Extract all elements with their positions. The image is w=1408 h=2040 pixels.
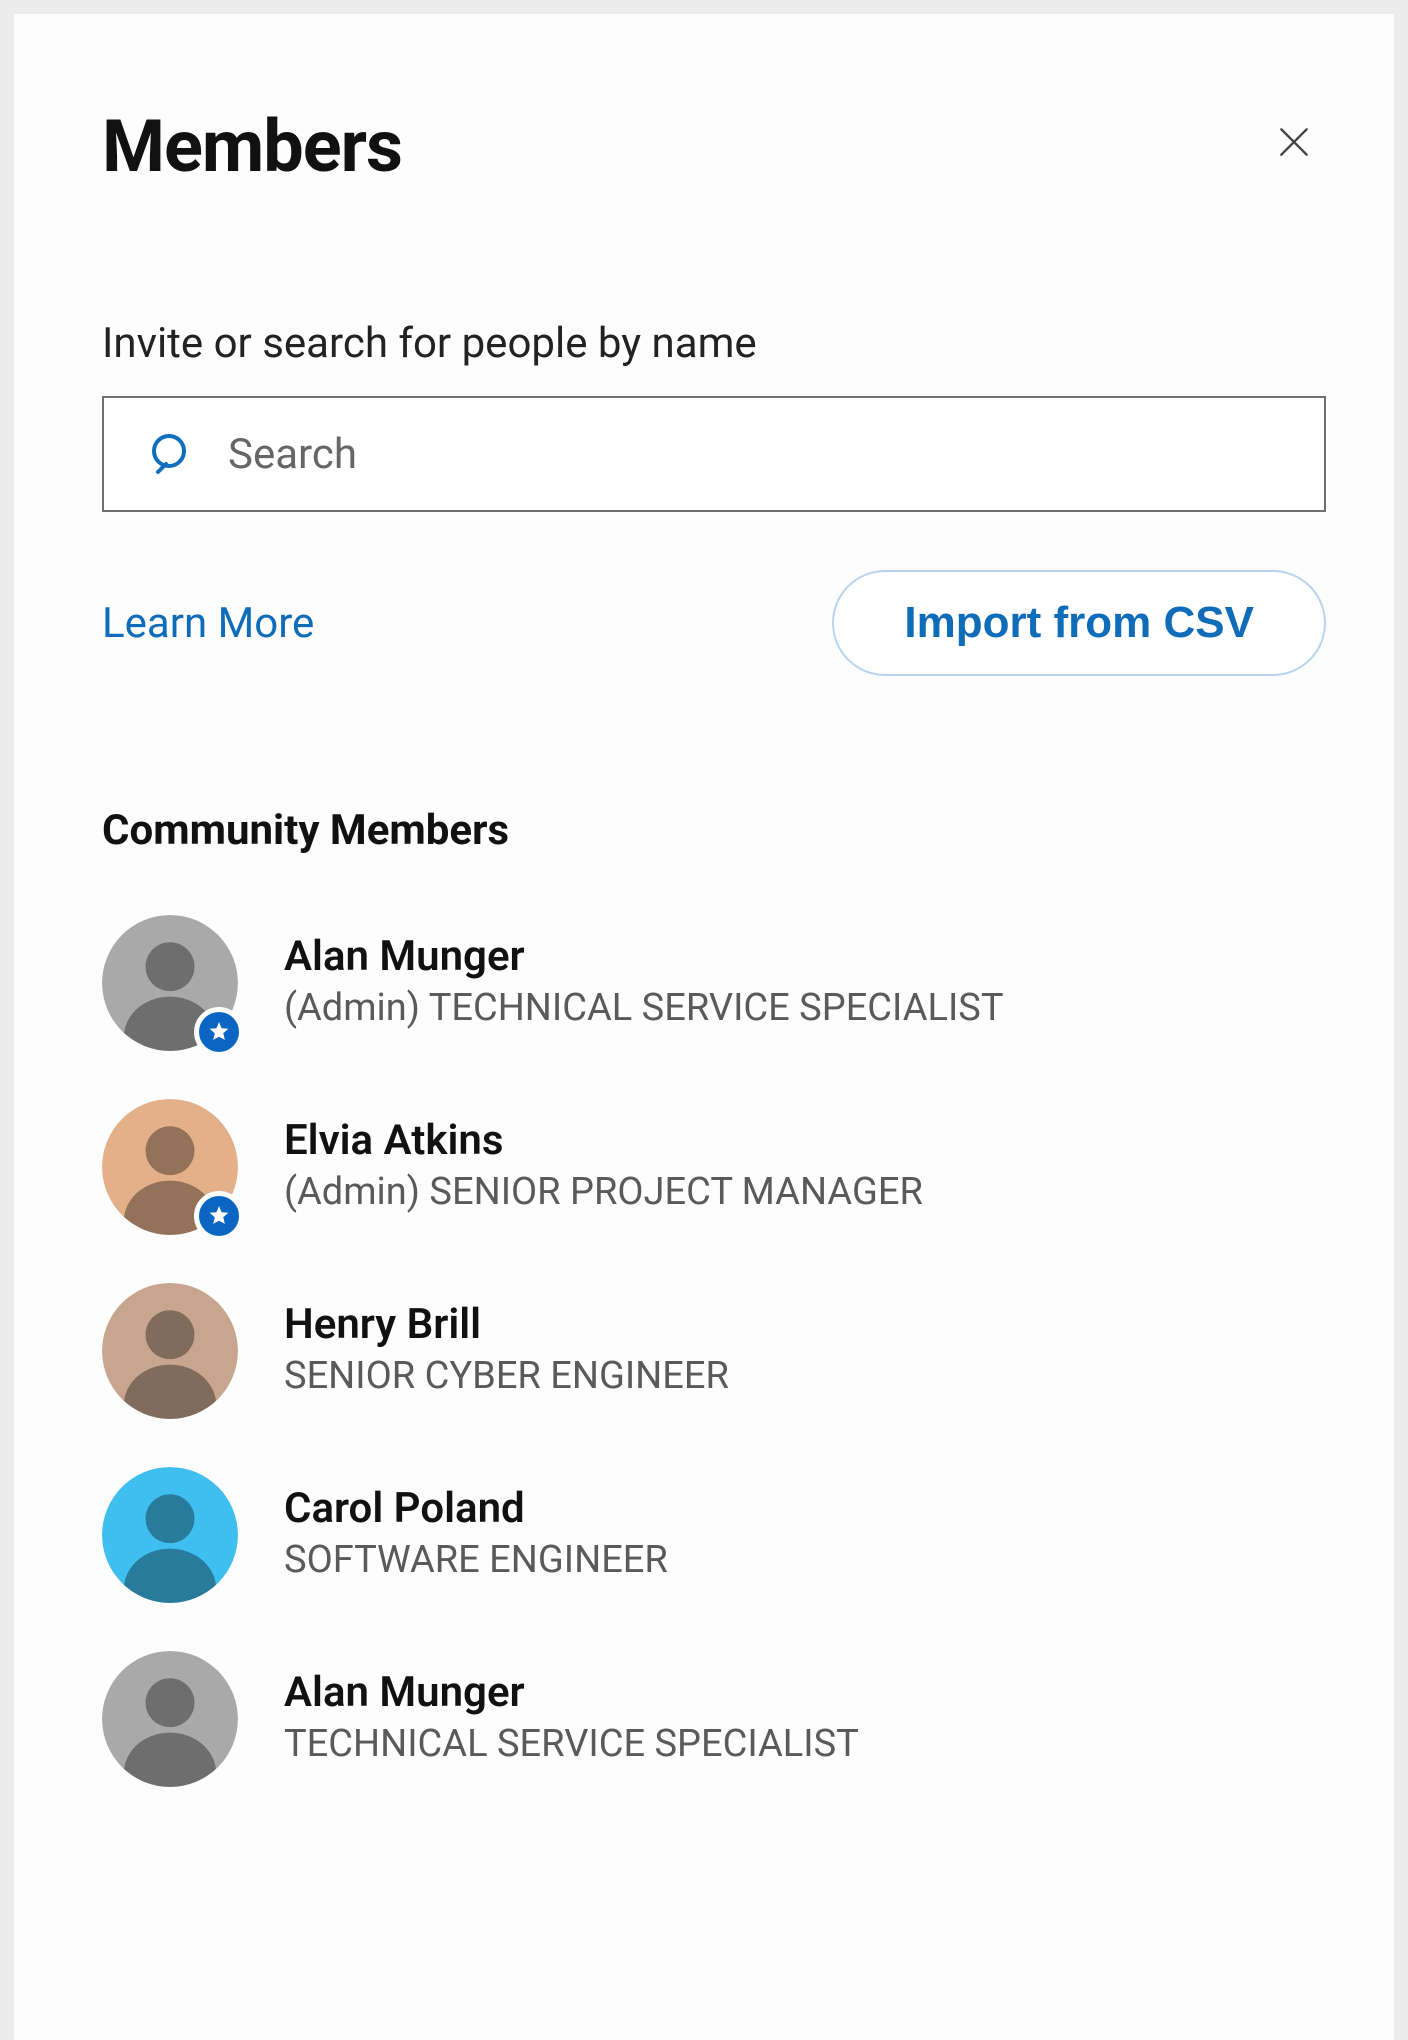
star-icon (207, 1204, 231, 1228)
member-name: Alan Munger (284, 1670, 859, 1716)
panel-title: Members (102, 104, 402, 189)
search-section: Invite or search for people by name Lear… (102, 319, 1326, 676)
member-name: Elvia Atkins (284, 1118, 923, 1164)
search-hint: Invite or search for people by name (102, 319, 1326, 368)
search-actions: Learn More Import from CSV (102, 570, 1326, 676)
member-row[interactable]: Alan Munger (Admin) TECHNICAL SERVICE SPE… (102, 891, 1326, 1075)
panel-header: Members (102, 104, 1326, 189)
star-icon (207, 1020, 231, 1044)
search-box[interactable] (102, 396, 1326, 512)
members-panel: Members Invite or search for people by n… (14, 14, 1394, 2040)
avatar-image (102, 1651, 238, 1787)
member-text: Alan Munger TECHNICAL SERVICE SPECIALIST (284, 1670, 859, 1768)
admin-badge (194, 1191, 244, 1241)
member-row[interactable]: Elvia Atkins (Admin) SENIOR PROJECT MANAG… (102, 1075, 1326, 1259)
search-input[interactable] (228, 430, 1280, 479)
members-section: Community Members Alan Munger (Admin) TEC… (102, 806, 1326, 1811)
member-text: Carol Poland SOFTWARE ENGINEER (284, 1486, 668, 1584)
avatar (102, 1467, 238, 1603)
member-row[interactable]: Henry Brill SENIOR CYBER ENGINEER (102, 1259, 1326, 1443)
member-role: (Admin) TECHNICAL SERVICE SPECIALIST (284, 986, 1004, 1032)
admin-badge (194, 1007, 244, 1057)
member-role: (Admin) SENIOR PROJECT MANAGER (284, 1170, 923, 1216)
avatar-image (102, 1283, 238, 1419)
member-name: Alan Munger (284, 934, 1004, 980)
member-name: Carol Poland (284, 1486, 668, 1532)
avatar-image (102, 1467, 238, 1603)
member-row[interactable]: Alan Munger TECHNICAL SERVICE SPECIALIST (102, 1627, 1326, 1811)
close-icon (1275, 123, 1313, 161)
search-icon (148, 430, 196, 478)
avatar (102, 1099, 238, 1235)
avatar (102, 915, 238, 1051)
member-role: SENIOR CYBER ENGINEER (284, 1354, 729, 1400)
member-role: SOFTWARE ENGINEER (284, 1538, 668, 1584)
import-csv-button[interactable]: Import from CSV (832, 570, 1326, 676)
member-text: Elvia Atkins (Admin) SENIOR PROJECT MANAG… (284, 1118, 923, 1216)
member-text: Henry Brill SENIOR CYBER ENGINEER (284, 1302, 729, 1400)
member-name: Henry Brill (284, 1302, 729, 1348)
members-heading: Community Members (102, 806, 1326, 855)
member-text: Alan Munger (Admin) TECHNICAL SERVICE SPE… (284, 934, 1004, 1032)
member-row[interactable]: Carol Poland SOFTWARE ENGINEER (102, 1443, 1326, 1627)
avatar (102, 1283, 238, 1419)
close-button[interactable] (1266, 114, 1322, 170)
member-role: TECHNICAL SERVICE SPECIALIST (284, 1722, 859, 1768)
avatar (102, 1651, 238, 1787)
learn-more-link[interactable]: Learn More (102, 599, 314, 648)
members-list: Alan Munger (Admin) TECHNICAL SERVICE SPE… (102, 891, 1326, 1811)
